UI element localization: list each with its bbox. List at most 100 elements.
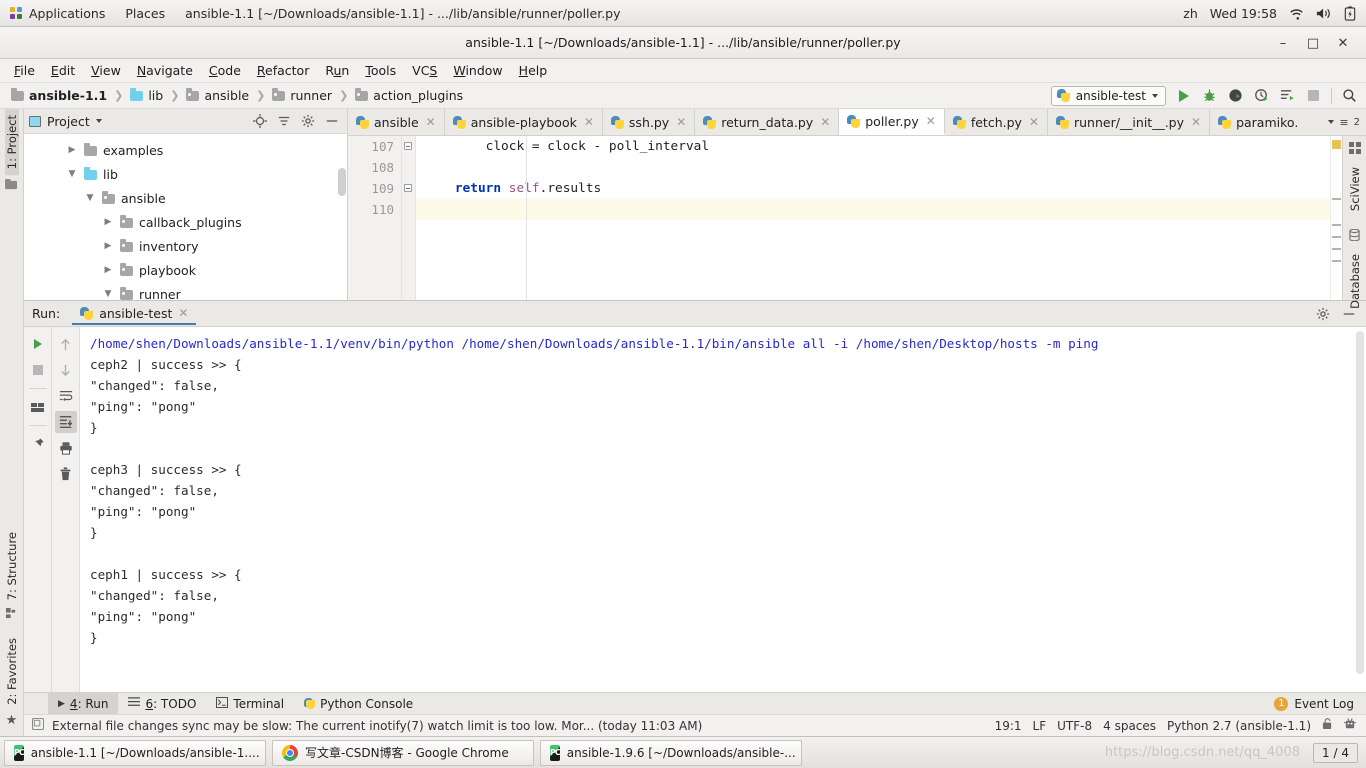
- volume-icon[interactable]: [1316, 7, 1332, 20]
- fold-marker-icon[interactable]: [404, 142, 412, 150]
- rerun-button[interactable]: [1279, 87, 1296, 104]
- fold-marker-icon[interactable]: [404, 184, 412, 192]
- sidebar-item-structure[interactable]: 7: Structure: [5, 526, 19, 606]
- taskbar-item-pycharm-1[interactable]: PC ansible-1.1 [~/Downloads/ansible-1...…: [4, 739, 266, 766]
- profile-button[interactable]: [1253, 87, 1270, 104]
- tab-todo[interactable]: 6: TODO: [118, 693, 206, 715]
- restore-layout-button[interactable]: [27, 396, 49, 418]
- marker-stripe[interactable]: [1332, 224, 1341, 226]
- tab-ansible-playbook[interactable]: ansible-playbook ✕: [445, 109, 603, 135]
- tree-item-inventory[interactable]: ▶ inventory: [24, 234, 347, 258]
- sidebar-item-database[interactable]: Database: [1348, 252, 1362, 311]
- close-icon[interactable]: ✕: [1189, 115, 1201, 129]
- breadcrumb-item-4[interactable]: action_plugins: [352, 87, 466, 104]
- chevron-down-icon[interactable]: [95, 119, 102, 123]
- pin-button[interactable]: [27, 433, 49, 455]
- warning-marker-icon[interactable]: [1332, 140, 1341, 149]
- scroll-to-end-button[interactable]: [54, 411, 77, 433]
- tab-paramiko[interactable]: paramiko.: [1210, 109, 1306, 135]
- chevron-down-icon[interactable]: ▼: [84, 193, 96, 203]
- run-coverage-button[interactable]: [1227, 87, 1244, 104]
- tab-run[interactable]: ▶ 4: Run: [48, 692, 119, 715]
- sidebar-item-favorites[interactable]: 2: Favorites: [5, 632, 19, 711]
- tab-runner-init-py[interactable]: runner/__init__.py ✕: [1048, 109, 1211, 135]
- scroll-from-source-button[interactable]: [253, 114, 267, 128]
- breadcrumb-item-1[interactable]: lib: [127, 87, 166, 104]
- workspace-pager[interactable]: 1 / 4: [1313, 742, 1358, 763]
- status-message[interactable]: External file changes sync may be slow: …: [52, 719, 702, 733]
- clear-all-button[interactable]: [55, 463, 77, 485]
- close-icon[interactable]: ✕: [424, 115, 436, 129]
- close-button[interactable]: ✕: [1336, 36, 1350, 51]
- print-button[interactable]: [55, 437, 77, 459]
- menu-file[interactable]: File: [6, 61, 43, 80]
- code-text[interactable]: clock = clock - poll_interval return sel…: [416, 136, 1330, 300]
- close-icon[interactable]: ✕: [178, 306, 188, 320]
- python-interpreter[interactable]: Python 2.7 (ansible-1.1): [1167, 719, 1311, 733]
- maximize-button[interactable]: □: [1306, 36, 1320, 51]
- tree-item-examples[interactable]: ▶ examples: [24, 138, 347, 162]
- breadcrumb-item-2[interactable]: ansible: [183, 87, 252, 104]
- menu-vcs[interactable]: VCS: [404, 61, 445, 80]
- tab-ssh-py[interactable]: ssh.py ✕: [603, 109, 696, 135]
- tree-item-ansible[interactable]: ▼ ansible: [24, 186, 347, 210]
- tab-ansible[interactable]: ansible ✕: [348, 109, 445, 135]
- marker-stripe[interactable]: [1332, 236, 1341, 238]
- close-icon[interactable]: ✕: [924, 114, 936, 128]
- inspector-icon[interactable]: [1344, 717, 1356, 734]
- lock-icon[interactable]: [1322, 718, 1333, 733]
- close-icon[interactable]: ✕: [1027, 115, 1039, 129]
- taskbar-item-pycharm-2[interactable]: PC ansible-1.9.6 [~/Downloads/ansible-..…: [540, 739, 802, 766]
- tab-poller-py[interactable]: poller.py ✕: [839, 109, 945, 135]
- run-console-output[interactable]: /home/shen/Downloads/ansible-1.1/venv/bi…: [80, 327, 1366, 692]
- tab-fetch-py[interactable]: fetch.py ✕: [945, 109, 1048, 135]
- code-folding-gutter[interactable]: [402, 136, 416, 300]
- tab-python-console[interactable]: Python Console: [294, 693, 423, 715]
- stop-button[interactable]: [27, 359, 49, 381]
- sidebar-item-project[interactable]: 1: Project: [4, 109, 19, 176]
- menu-edit[interactable]: Edit: [43, 61, 83, 80]
- console-scrollbar[interactable]: [1356, 331, 1364, 688]
- stop-button[interactable]: [1305, 87, 1322, 104]
- code-editor[interactable]: 107 108 109 110 clock = clock - poll_int…: [348, 136, 1366, 309]
- search-everywhere-button[interactable]: [1341, 87, 1358, 104]
- editor-marker-bar[interactable]: [1330, 136, 1342, 300]
- tree-item-lib[interactable]: ▼ lib: [24, 162, 347, 186]
- menu-navigate[interactable]: Navigate: [129, 61, 201, 80]
- breadcrumb-item-0[interactable]: ansible-1.1: [8, 87, 110, 104]
- editor-tabs-overflow[interactable]: ≡ 2: [1322, 109, 1366, 135]
- up-arrow-button[interactable]: [55, 333, 77, 355]
- project-tree[interactable]: ▶ examples ▼ lib ▼ ansible ▶ callback_pl…: [24, 134, 347, 300]
- tree-item-runner[interactable]: ▼ runner: [24, 282, 347, 300]
- chevron-down-icon[interactable]: ▼: [102, 289, 114, 299]
- caret-position[interactable]: 19:1: [995, 719, 1022, 733]
- gear-icon[interactable]: [301, 114, 315, 128]
- menu-run[interactable]: Run: [317, 61, 357, 80]
- rerun-button[interactable]: [27, 333, 49, 355]
- tab-return-data-py[interactable]: return_data.py ✕: [695, 109, 840, 135]
- sidebar-item-sciview[interactable]: SciView: [1348, 165, 1362, 213]
- breadcrumb-item-3[interactable]: runner: [269, 87, 335, 104]
- debug-button[interactable]: [1201, 87, 1218, 104]
- chevron-right-icon[interactable]: ▶: [102, 265, 114, 275]
- collapse-all-button[interactable]: [277, 114, 291, 128]
- menu-window[interactable]: Window: [445, 61, 510, 80]
- marker-stripe[interactable]: [1332, 260, 1341, 262]
- run-tab-ansible-test[interactable]: ansible-test ✕: [72, 303, 197, 325]
- tab-terminal[interactable]: Terminal: [206, 693, 294, 715]
- tree-item-callback-plugins[interactable]: ▶ callback_plugins: [24, 210, 347, 234]
- indent-setting[interactable]: 4 spaces: [1103, 719, 1156, 733]
- close-icon[interactable]: ✕: [674, 115, 686, 129]
- hide-panel-button[interactable]: [325, 114, 339, 128]
- places-menu[interactable]: Places: [115, 0, 175, 27]
- clock-label[interactable]: Wed 19:58: [1210, 6, 1277, 21]
- run-button[interactable]: [1175, 87, 1192, 104]
- project-tree-scrollbar[interactable]: [338, 168, 346, 196]
- file-encoding[interactable]: UTF-8: [1057, 719, 1092, 733]
- battery-icon[interactable]: [1344, 5, 1356, 21]
- line-separator[interactable]: LF: [1033, 719, 1047, 733]
- input-method-indicator[interactable]: zh: [1183, 6, 1197, 21]
- menu-tools[interactable]: Tools: [357, 61, 404, 80]
- marker-stripe[interactable]: [1332, 198, 1341, 200]
- chevron-down-icon[interactable]: ▼: [66, 169, 78, 179]
